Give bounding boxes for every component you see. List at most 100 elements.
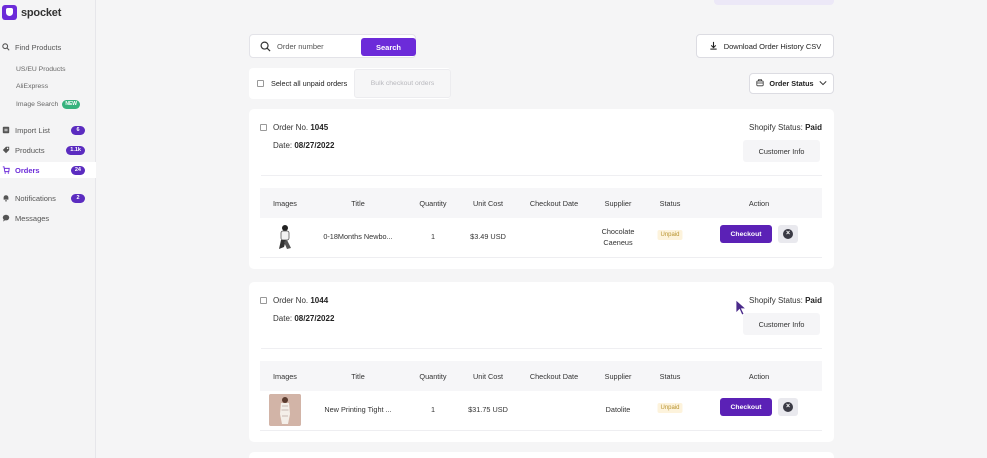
chevron-down-icon — [819, 79, 827, 88]
column-header: Checkout Date — [529, 372, 579, 381]
count-badge: 24 — [70, 165, 85, 175]
list-icon — [2, 126, 10, 134]
filter-icon — [756, 78, 764, 89]
remove-item-button[interactable]: × — [778, 225, 798, 243]
order-items-table: Images Title Quantity Unit Cost Checkout… — [260, 361, 822, 431]
chat-icon — [2, 214, 10, 222]
order-date: Date: 08/27/2022 — [273, 314, 335, 323]
spocket-logo-icon — [2, 5, 17, 20]
order-number-input[interactable] — [277, 39, 357, 54]
column-header: Unit Cost — [472, 372, 504, 381]
customer-info-button[interactable]: Customer Info — [743, 140, 820, 162]
sidebar-item-aliexpress[interactable]: AliExpress — [0, 78, 96, 94]
select-all-checkbox[interactable] — [257, 80, 264, 87]
order-number: Order No. 1044 — [273, 296, 329, 305]
column-header: Images — [273, 372, 297, 381]
sidebar-item-label: AliExpress — [16, 82, 49, 90]
unit-cost: $3.49 USD — [470, 232, 506, 241]
divider — [261, 348, 822, 349]
sidebar-item-products[interactable]: Products 1.1k — [0, 142, 96, 158]
sidebar-item-orders[interactable]: Orders 24 — [0, 162, 96, 178]
table-header: Images Title Quantity Unit Cost Checkout… — [260, 361, 822, 391]
brand-name: spocket — [21, 6, 62, 19]
checkout-button[interactable]: Checkout — [720, 398, 772, 416]
column-header: Status — [659, 372, 681, 381]
column-header: Title — [351, 199, 365, 208]
product-thumbnail[interactable] — [269, 394, 301, 426]
product-title[interactable]: 0-18Months Newbo... — [323, 232, 392, 241]
sidebar-item-find-products[interactable]: Find Products — [0, 39, 96, 55]
customer-info-button[interactable]: Customer Info — [743, 313, 820, 335]
column-header: Quantity — [419, 372, 447, 381]
order-status-label: Order Status — [769, 79, 814, 88]
brand-logo[interactable]: spocket — [2, 5, 61, 20]
column-header: Unit Cost — [472, 199, 504, 208]
download-label: Download Order History CSV — [723, 41, 822, 51]
supplier: Chocolate Caeneus — [601, 227, 635, 247]
sidebar-item-import-list[interactable]: Import List 6 — [0, 122, 96, 138]
sidebar-item-label: Messages — [15, 213, 50, 223]
column-header: Action — [748, 372, 770, 381]
status-badge: Unpaid — [657, 403, 683, 413]
download-icon — [709, 41, 718, 52]
top-banner-tab[interactable] — [714, 0, 834, 5]
column-header: Supplier — [604, 372, 632, 381]
order-status-dropdown[interactable]: Order Status — [749, 73, 834, 94]
download-order-history-button[interactable]: Download Order History CSV — [696, 34, 834, 58]
order-number: Order No. 1045 — [273, 123, 329, 132]
bulk-checkout-button[interactable]: Bulk checkout orders — [354, 69, 451, 98]
sidebar-item-label: Find Products — [15, 42, 62, 52]
count-badge: 2 — [71, 193, 85, 203]
table-header: Images Title Quantity Unit Cost Checkout… — [260, 188, 822, 218]
divider — [261, 175, 822, 176]
column-header: Action — [748, 199, 770, 208]
column-header: Quantity — [419, 199, 447, 208]
checkout-button[interactable]: Checkout — [720, 225, 772, 243]
order-search: Search — [249, 34, 416, 58]
count-badge: 6 — [71, 125, 85, 135]
status-badge: Unpaid — [657, 230, 683, 240]
order-items-table: Images Title Quantity Unit Cost Checkout… — [260, 188, 822, 258]
column-header: Status — [659, 199, 681, 208]
shopify-status: Shopify Status: Paid — [749, 296, 822, 305]
order-card: Order No. 1045 Date: 08/27/2022 Shopify … — [249, 109, 834, 269]
sidebar-item-image-search[interactable]: Image Search NEW — [0, 96, 96, 112]
tag-icon — [2, 146, 10, 154]
quantity: 1 — [430, 405, 436, 414]
sidebar-item-label: US/EU Products — [16, 65, 66, 73]
supplier: Datolite — [605, 405, 631, 414]
sidebar-item-label: Notifications — [15, 193, 56, 203]
order-date: Date: 08/27/2022 — [273, 141, 335, 150]
sidebar-item-label: Image Search — [16, 100, 59, 108]
table-row: 0-18Months Newbo... 1 $3.49 USD Chocolat… — [260, 218, 822, 258]
sidebar-item-messages[interactable]: Messages — [0, 210, 96, 226]
sidebar-item-label: Import List — [15, 125, 51, 135]
product-title[interactable]: New Printing Tight ... — [324, 405, 391, 414]
sidebar-item-us-eu-products[interactable]: US/EU Products — [0, 61, 96, 77]
select-all-bar: Select all unpaid orders Bulk checkout o… — [249, 68, 451, 99]
table-row: New Printing Tight ... 1 $31.75 USD Dato… — [260, 391, 822, 431]
order-card-partial — [249, 452, 834, 458]
search-button[interactable]: Search — [361, 38, 416, 56]
mouse-cursor-icon — [735, 299, 748, 317]
order-checkbox[interactable] — [260, 124, 267, 131]
shopify-status: Shopify Status: Paid — [749, 123, 822, 132]
product-thumbnail[interactable] — [269, 221, 301, 253]
quantity: 1 — [430, 232, 436, 241]
remove-item-button[interactable]: × — [778, 398, 798, 416]
sidebar-item-label: Orders — [15, 165, 40, 175]
unit-cost: $31.75 USD — [468, 405, 508, 414]
bell-icon — [2, 194, 10, 202]
count-badge: 1.1k — [66, 145, 85, 155]
cart-icon — [2, 166, 10, 174]
close-icon: × — [783, 229, 793, 239]
sidebar-item-notifications[interactable]: Notifications 2 — [0, 190, 96, 206]
order-checkbox[interactable] — [260, 297, 267, 304]
sidebar-item-label: Products — [15, 145, 45, 155]
sidebar: spocket Find Products US/EU Products Ali… — [0, 0, 96, 458]
search-icon — [2, 43, 10, 51]
column-header: Checkout Date — [529, 199, 579, 208]
column-header: Supplier — [604, 199, 632, 208]
close-icon: × — [783, 402, 793, 412]
search-icon — [260, 41, 271, 52]
